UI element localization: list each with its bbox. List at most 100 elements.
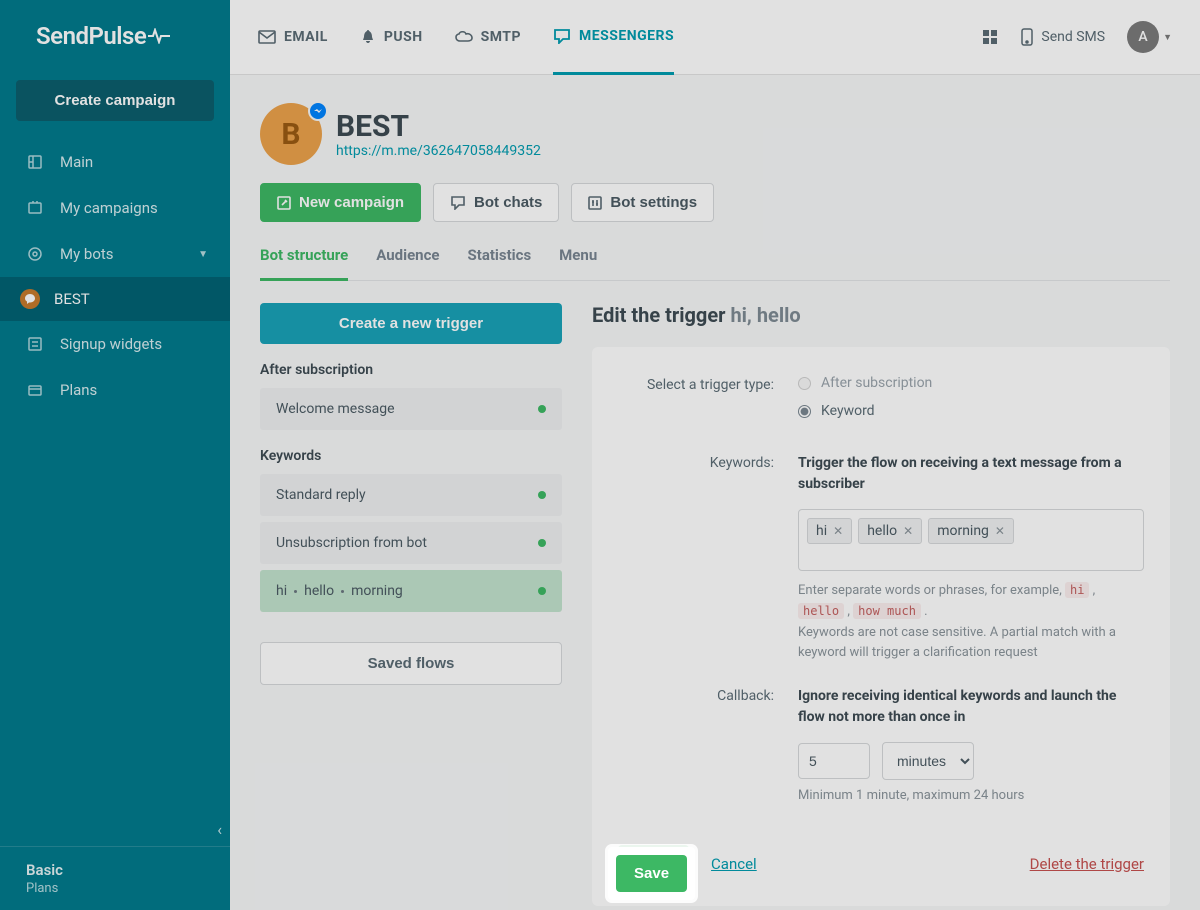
create-campaign-button[interactable]: Create campaign [16, 80, 214, 121]
sidebar-item-label: My campaigns [60, 199, 158, 217]
keyword-chip[interactable]: hello✕ [858, 518, 922, 544]
sidebar-item-label: Signup widgets [60, 335, 162, 353]
remove-chip-icon[interactable]: ✕ [833, 524, 843, 538]
status-dot-icon [538, 587, 546, 595]
callback-hint: Minimum 1 minute, maximum 24 hours [798, 788, 1144, 803]
radio-after-subscription[interactable]: After subscription [798, 375, 1144, 391]
editor-panel: Select a trigger type: After subscriptio… [592, 347, 1170, 906]
tab-messengers[interactable]: MESSENGERS [553, 0, 674, 75]
radio-keyword[interactable]: Keyword [798, 403, 1144, 419]
trigger-item-unsubscribe[interactable]: Unsubscription from bot [260, 522, 562, 564]
caret-down-icon: ▼ [1163, 32, 1172, 43]
sidebar-item-main[interactable]: Main [0, 139, 230, 185]
phone-icon [1021, 28, 1033, 46]
sub-tabs: Bot structure Audience Statistics Menu [260, 246, 1170, 281]
trigger-item-label: Standard reply [276, 487, 366, 503]
callback-value-input[interactable] [798, 743, 870, 779]
tab-label: SMTP [481, 29, 521, 45]
send-sms-label: Send SMS [1041, 29, 1105, 45]
create-trigger-button[interactable]: Create a new trigger [260, 303, 562, 344]
keyword-chip[interactable]: morning✕ [928, 518, 1014, 544]
trigger-item-welcome[interactable]: Welcome message [260, 388, 562, 430]
tab-label: PUSH [384, 29, 423, 45]
messenger-badge-icon [20, 289, 40, 309]
status-dot-icon [538, 405, 546, 413]
callback-unit-select[interactable]: minutes [882, 742, 974, 780]
keywords-field-label: Keywords: [618, 453, 798, 664]
user-menu[interactable]: A ▼ [1127, 21, 1172, 53]
tab-label: EMAIL [284, 29, 328, 45]
button-label: Bot settings [610, 194, 697, 211]
email-icon [258, 30, 276, 44]
sidebar-item-my-campaigns[interactable]: My campaigns [0, 185, 230, 231]
topbar: EMAIL PUSH SMTP MESSENGERS Send SMS A ▼ [230, 0, 1200, 75]
messenger-icon [308, 101, 328, 121]
after-subscription-label: After subscription [260, 362, 562, 378]
saved-flows-button[interactable]: Saved flows [260, 642, 562, 685]
bot-chats-button[interactable]: Bot chats [433, 183, 559, 222]
chevron-down-icon: ▼ [198, 249, 208, 260]
editor-heading: Edit the trigger hi, hello [592, 303, 1170, 327]
tab-email[interactable]: EMAIL [258, 0, 328, 75]
settings-icon [588, 196, 602, 210]
main-content: B BEST https://m.me/362647058449352 New … [230, 75, 1200, 910]
sidebar-item-label: BEST [54, 290, 90, 308]
plans-link[interactable]: Plans [26, 881, 204, 896]
chat-icon [450, 196, 466, 210]
logo[interactable]: SendPulse [0, 0, 230, 70]
sidebar: SendPulse Create campaign Main My campai… [0, 0, 230, 910]
status-dot-icon [538, 539, 546, 547]
bots-icon [26, 245, 44, 263]
sidebar-item-label: My bots [60, 245, 114, 263]
keywords-input[interactable]: hi✕ hello✕ morning✕ [798, 509, 1144, 571]
callback-field-label: Callback: [618, 686, 798, 803]
button-label: Bot chats [474, 194, 542, 211]
trigger-type-label: Select a trigger type: [618, 375, 798, 431]
plan-name: Basic [26, 861, 204, 879]
trigger-item-label: Unsubscription from bot [276, 535, 427, 551]
editor-column: Edit the trigger hi, hello Select a trig… [592, 303, 1170, 906]
subtab-bot-structure[interactable]: Bot structure [260, 246, 348, 281]
sidebar-footer: Basic Plans [0, 846, 230, 910]
widgets-icon [26, 335, 44, 353]
tab-label: MESSENGERS [579, 28, 674, 44]
subtab-menu[interactable]: Menu [559, 246, 597, 280]
sidebar-item-plans[interactable]: Plans [0, 367, 230, 413]
save-spotlight: Save [608, 847, 695, 900]
sidebar-item-best[interactable]: BEST [0, 277, 230, 321]
page-link[interactable]: https://m.me/362647058449352 [336, 143, 541, 159]
radio-label: After subscription [821, 375, 932, 391]
sidebar-item-my-bots[interactable]: My bots ▼ [0, 231, 230, 277]
gift-icon[interactable] [981, 28, 999, 46]
keyword-chip[interactable]: hi✕ [807, 518, 852, 544]
cancel-link[interactable]: Cancel [711, 855, 757, 873]
new-campaign-button[interactable]: New campaign [260, 183, 421, 222]
trigger-item-standard-reply[interactable]: Standard reply [260, 474, 562, 516]
subtab-statistics[interactable]: Statistics [468, 246, 532, 280]
sidebar-item-label: Plans [60, 381, 97, 399]
tab-smtp[interactable]: SMTP [455, 0, 521, 75]
keywords-label: Keywords [260, 448, 562, 464]
sidebar-collapse-button[interactable]: ‹ [217, 820, 222, 839]
keywords-description: Trigger the flow on receiving a text mes… [798, 453, 1144, 495]
remove-chip-icon[interactable]: ✕ [903, 524, 913, 538]
send-sms-button[interactable]: Send SMS [1021, 28, 1105, 46]
status-dot-icon [538, 491, 546, 499]
page-avatar: B [260, 103, 322, 165]
remove-chip-icon[interactable]: ✕ [995, 524, 1005, 538]
plans-icon [26, 381, 44, 399]
messengers-icon [553, 28, 571, 44]
pulse-icon [148, 28, 170, 44]
page-title: BEST [336, 110, 541, 143]
sidebar-item-signup-widgets[interactable]: Signup widgets [0, 321, 230, 367]
push-icon [360, 29, 376, 45]
trigger-item-keywords[interactable]: hihellomorning [260, 570, 562, 612]
tab-push[interactable]: PUSH [360, 0, 423, 75]
save-button-spotlight[interactable]: Save [616, 855, 687, 892]
trigger-item-label: Welcome message [276, 401, 395, 417]
delete-trigger-link[interactable]: Delete the trigger [1030, 855, 1144, 873]
page-header: B BEST https://m.me/362647058449352 [260, 103, 1170, 165]
bot-settings-button[interactable]: Bot settings [571, 183, 714, 222]
sidebar-item-label: Main [60, 153, 93, 171]
subtab-audience[interactable]: Audience [376, 246, 439, 280]
